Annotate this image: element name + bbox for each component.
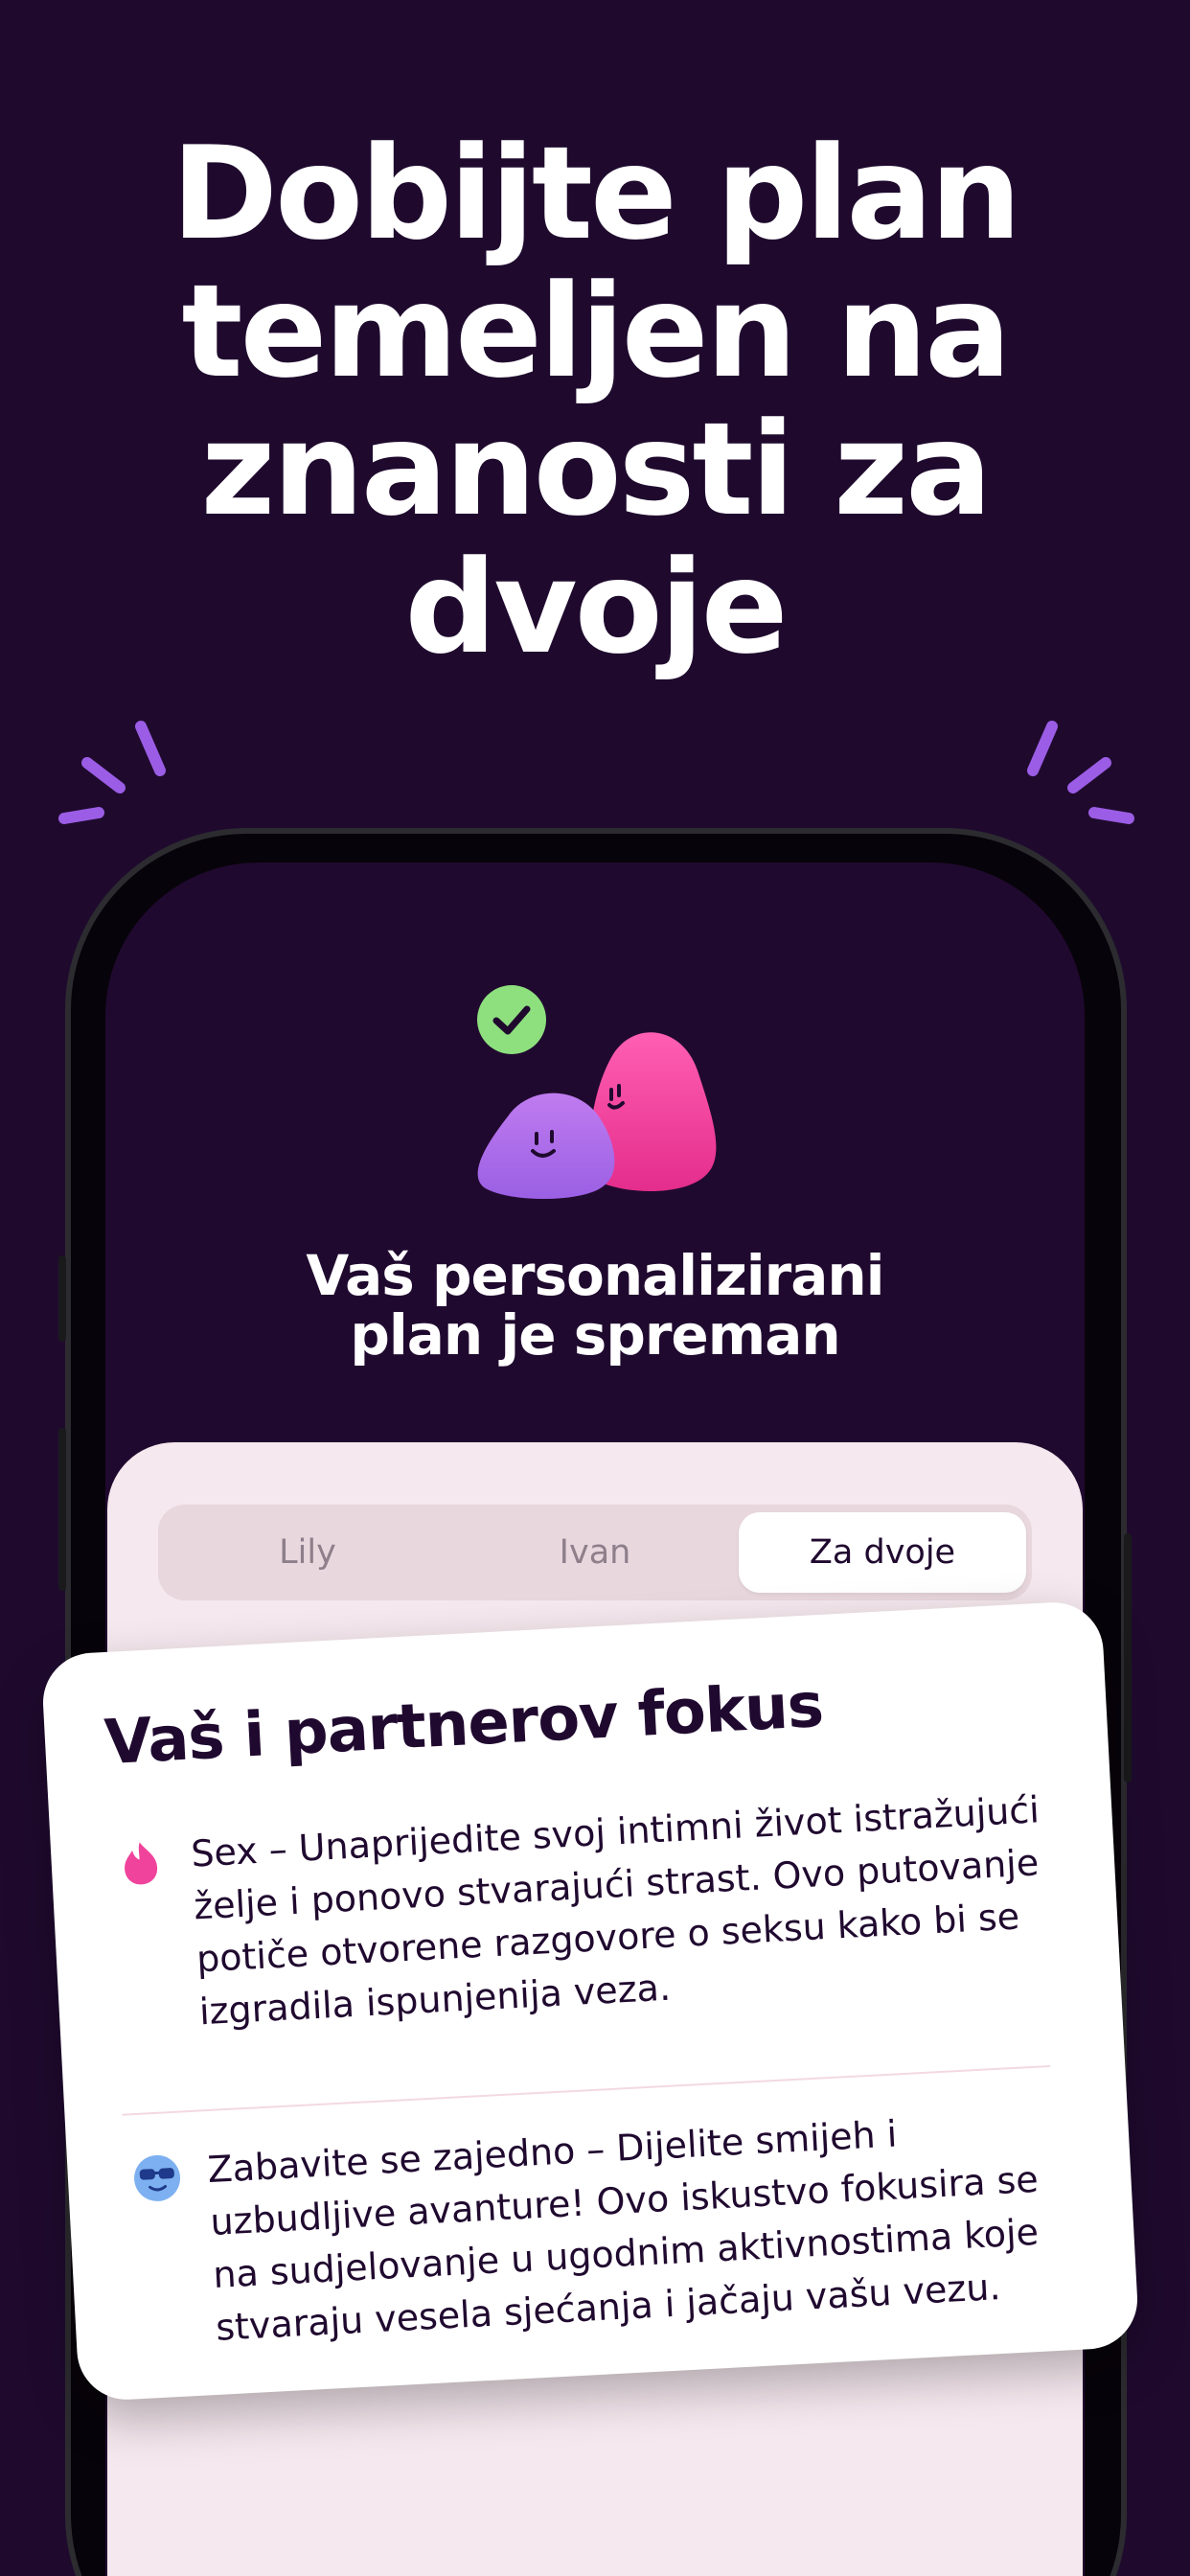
- phone-volume-button: [58, 1428, 66, 1591]
- focus-item-text: Zabavite se zajedno – Dijelite smijeh i …: [206, 2112, 1040, 2349]
- plan-ready-line-1: Vaš personalizirani: [306, 1243, 884, 1308]
- segmented-tabs: Lily Ivan Za dvoje: [158, 1505, 1032, 1600]
- couple-mascots-icon: [477, 985, 717, 1199]
- tab-za-dvoje[interactable]: Za dvoje: [739, 1512, 1026, 1593]
- sunglasses-emoji-icon: [134, 2154, 181, 2201]
- tab-ivan[interactable]: Ivan: [451, 1512, 739, 1593]
- focus-card: Vaš i partnerov fokus Sex – Unaprijedite…: [40, 1599, 1140, 2403]
- headline-line-1: Dobijte plan: [171, 119, 1021, 268]
- headline: Dobijte plan temeljen na znanosti za dvo…: [0, 125, 1190, 677]
- headline-line-4: dvoje: [404, 533, 788, 682]
- focus-card-title: Vaš i partnerov fokus: [103, 1669, 825, 1780]
- sparkle-right-icon: [1027, 721, 1134, 824]
- phone-power-button: [1124, 1533, 1132, 1782]
- sparkle-left-icon: [58, 721, 166, 824]
- focus-item: Sex – Unaprijedite svoj intimni život is…: [115, 1782, 1063, 2033]
- headline-line-3: znanosti za: [200, 395, 992, 544]
- focus-item-text: Sex – Unaprijedite svoj intimni život is…: [190, 1788, 1041, 2034]
- app-promo-page: Dobijte plan temeljen na znanosti za dvo…: [0, 0, 1190, 2576]
- plan-ready-title: Vaš personalizirani plan je spreman: [0, 1246, 1190, 1365]
- tab-lily[interactable]: Lily: [164, 1512, 451, 1593]
- plan-ready-line-2: plan je spreman: [350, 1302, 840, 1368]
- headline-line-2: temeljen na: [181, 257, 1011, 406]
- flame-icon: [125, 1842, 158, 1885]
